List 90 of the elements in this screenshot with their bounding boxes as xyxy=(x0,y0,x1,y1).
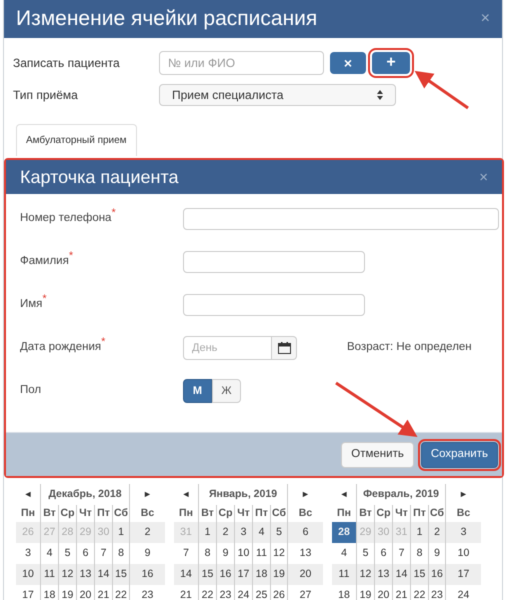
text-field[interactable] xyxy=(183,294,365,316)
calendar-day[interactable]: 21 xyxy=(94,585,112,600)
calendar-day[interactable]: 26 xyxy=(270,585,288,600)
calendar-day[interactable]: 13 xyxy=(76,564,94,585)
previous-month-button[interactable]: ◄ xyxy=(332,484,356,505)
calendar-button[interactable] xyxy=(272,336,297,360)
calendar-day[interactable]: 16 xyxy=(216,564,234,585)
calendar-day[interactable]: 20 xyxy=(76,585,94,600)
weekday-label: Пн xyxy=(178,506,194,521)
calendar-day[interactable]: 13 xyxy=(374,564,392,585)
month-title: Февраль, 2019 xyxy=(356,484,446,505)
cancel-button[interactable]: Отменить xyxy=(341,442,414,468)
weekday-label: Вс xyxy=(140,506,156,521)
calendar-day[interactable]: 10 xyxy=(16,564,40,585)
calendar-day[interactable]: 28 xyxy=(332,522,356,543)
calendar-day[interactable]: 22 xyxy=(112,585,130,600)
month-title: Январь, 2019 xyxy=(198,484,288,505)
calendar-day[interactable]: 19 xyxy=(270,564,288,585)
select-value: Прием специалиста xyxy=(172,87,284,104)
clear-button[interactable]: × xyxy=(330,52,366,74)
calendar-day[interactable]: 23 xyxy=(216,585,234,600)
calendar-day[interactable]: 2 xyxy=(216,522,234,543)
window-title: Изменение ячейки расписания xyxy=(16,6,318,32)
calendar-day[interactable]: 17 xyxy=(234,564,252,585)
sex-option[interactable]: М xyxy=(183,379,212,403)
next-month-button[interactable]: ► xyxy=(446,484,481,505)
calendar-day[interactable]: 8 xyxy=(112,543,130,564)
sex-option[interactable]: Ж xyxy=(212,379,241,403)
calendar-day[interactable]: 17 xyxy=(446,564,481,585)
calendar-day[interactable]: 5 xyxy=(270,522,288,543)
calendar-day[interactable]: 22 xyxy=(410,585,428,600)
calendar-day[interactable]: 9 xyxy=(428,543,446,564)
calendar-day[interactable]: 18 xyxy=(40,585,58,600)
calendar-day[interactable]: 2 xyxy=(428,522,446,543)
tab[interactable]: Амбулаторный прием xyxy=(16,124,137,156)
calendar-day[interactable]: 12 xyxy=(270,543,288,564)
previous-month-button[interactable]: ◄ xyxy=(174,484,198,505)
calendar-day[interactable]: 12 xyxy=(356,564,374,585)
calendar-day[interactable]: 18 xyxy=(252,564,270,585)
calendar-icon xyxy=(278,342,290,354)
text-field[interactable] xyxy=(183,251,365,273)
calendar-day[interactable]: 11 xyxy=(332,564,356,585)
calendar-day[interactable]: 3 xyxy=(234,522,252,543)
calendar-day[interactable]: 15 xyxy=(410,564,428,585)
calendar-day[interactable]: 15 xyxy=(198,564,216,585)
weekday-label: Вс xyxy=(456,506,472,521)
calendar-day[interactable]: 3 xyxy=(446,522,481,543)
calendar-day[interactable]: 1 xyxy=(112,522,130,543)
calendar-day[interactable]: 16 xyxy=(130,564,165,585)
calendar-day[interactable]: 1 xyxy=(410,522,428,543)
annotation-arrow xyxy=(414,70,469,110)
next-month-button[interactable]: ► xyxy=(288,484,323,505)
weekday-label: Пн xyxy=(336,506,352,521)
calendar-day[interactable]: 22 xyxy=(198,585,216,600)
field-label: Пол xyxy=(20,383,42,398)
calendar-day[interactable]: 14 xyxy=(174,564,198,585)
calendar-day[interactable]: 19 xyxy=(356,585,374,600)
calendar-day[interactable]: 14 xyxy=(392,564,410,585)
calendar-day[interactable]: 20 xyxy=(374,585,392,600)
field-label: Тип приёма xyxy=(13,87,79,104)
text-field[interactable] xyxy=(183,208,499,230)
calendar-day[interactable]: 16 xyxy=(428,564,446,585)
weekday-label: Пн xyxy=(20,506,36,521)
calendar-day[interactable]: 23 xyxy=(428,585,446,600)
age-text: Возраст: Не определен xyxy=(347,340,472,356)
appointment-type-select[interactable]: Прием специалиста xyxy=(159,84,396,106)
calendar-day[interactable]: 24 xyxy=(234,585,252,600)
calendar-day[interactable]: 10 xyxy=(234,543,252,564)
calendar-day[interactable]: 6 xyxy=(288,522,323,543)
month-title: Декабрь, 2018 xyxy=(40,484,130,505)
dialog-title: Карточка пациента xyxy=(20,166,179,189)
add-patient-button[interactable]: + xyxy=(372,52,410,74)
calendar-day[interactable]: 4 xyxy=(252,522,270,543)
calendar-day[interactable]: 14 xyxy=(94,564,112,585)
calendar-day[interactable]: 19 xyxy=(58,585,76,600)
date-field[interactable]: День xyxy=(183,336,272,360)
field-label: Записать пациента xyxy=(13,55,121,72)
next-month-button[interactable]: ► xyxy=(130,484,165,505)
calendar-day[interactable]: 1 xyxy=(198,522,216,543)
calendar-day[interactable]: 12 xyxy=(58,564,76,585)
previous-month-button[interactable]: ◄ xyxy=(16,484,40,505)
patient-search-field[interactable]: № или ФИО xyxy=(159,51,324,75)
calendar-day[interactable]: 21 xyxy=(392,585,410,600)
weekday-label: Вс xyxy=(298,506,314,521)
calendar-day[interactable]: 25 xyxy=(252,585,270,600)
sort-arrows-icon xyxy=(377,90,383,100)
calendar-day[interactable]: 2 xyxy=(130,522,165,543)
calendar-day[interactable]: 11 xyxy=(40,564,58,585)
calendar-day[interactable]: 20 xyxy=(288,564,323,585)
calendar-day[interactable]: 15 xyxy=(112,564,130,585)
